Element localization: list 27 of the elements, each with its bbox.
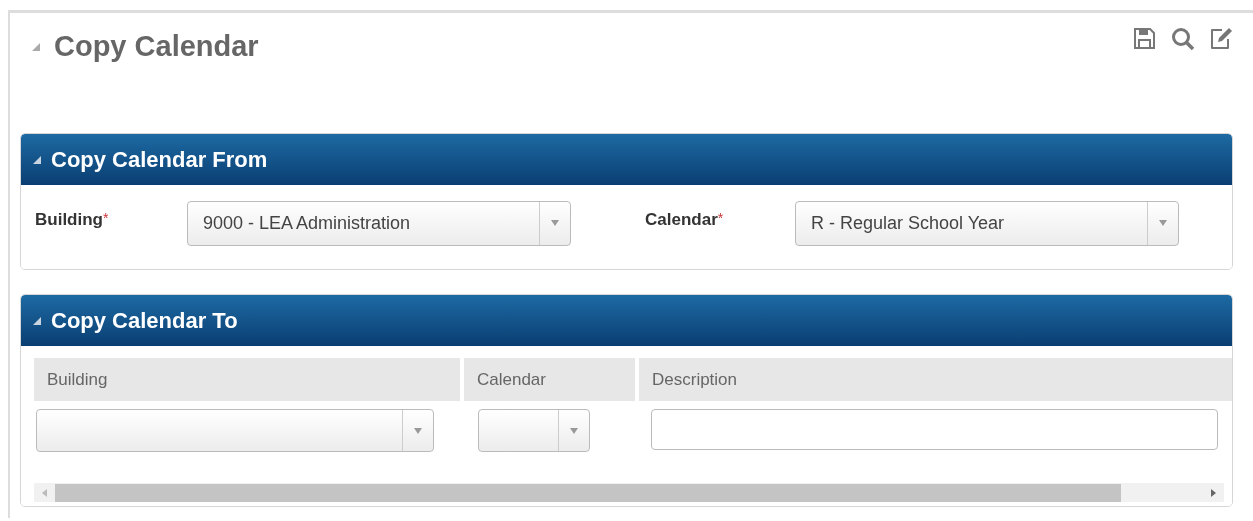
- caret-icon: [414, 427, 422, 434]
- field-label: Building: [35, 210, 103, 230]
- column-header: Description: [639, 358, 1232, 401]
- required-mark: *: [717, 210, 724, 226]
- caret-icon: [551, 220, 559, 226]
- collapse-toggle-icon[interactable]: [33, 316, 41, 325]
- required-mark: *: [103, 210, 109, 226]
- dropdown[interactable]: 9000 - LEA Administration: [187, 200, 571, 246]
- edit-icon[interactable]: [1209, 27, 1233, 51]
- dropdown[interactable]: R - Regular School Year: [795, 200, 1179, 246]
- column-header: Calendar: [464, 358, 635, 401]
- text-field[interactable]: [651, 409, 1218, 450]
- caret-icon: [570, 427, 578, 434]
- column-header: Building: [34, 358, 460, 401]
- caret-icon: [1159, 220, 1167, 226]
- section-title: Copy Calendar From: [51, 146, 268, 173]
- save-icon[interactable]: [1133, 27, 1157, 51]
- section-title: Copy Calendar To: [51, 307, 238, 334]
- collapse-toggle-icon[interactable]: [33, 155, 41, 164]
- scroll-left-icon[interactable]: [42, 488, 47, 497]
- dropdown[interactable]: [478, 409, 590, 452]
- search-icon[interactable]: [1171, 27, 1195, 51]
- field-label: Calendar: [645, 210, 718, 230]
- dropdown[interactable]: [36, 409, 434, 452]
- collapse-toggle-icon[interactable]: [32, 42, 40, 51]
- scroll-right-icon[interactable]: [1211, 488, 1216, 497]
- page-title: Copy Calendar: [54, 30, 259, 63]
